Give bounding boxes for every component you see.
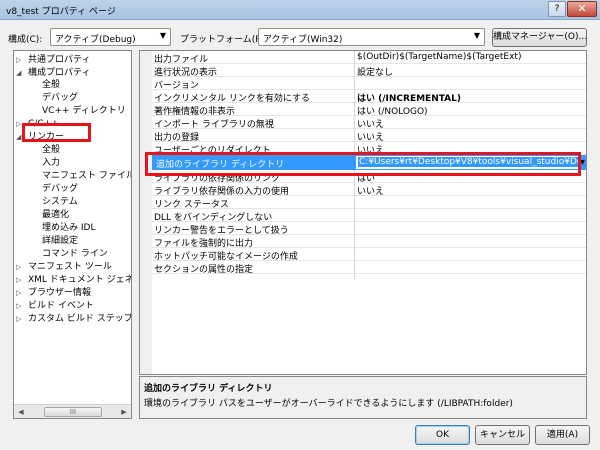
tree-item[interactable]: VC++ ディレクトリ	[42, 105, 126, 118]
chevron-down-icon: ▼	[159, 31, 166, 40]
tree-expander-icon[interactable]: ▷	[16, 289, 21, 297]
tree-item[interactable]: マニフェスト ファイル	[42, 170, 131, 183]
property-row[interactable]: インクリメンタル リンクを有効にする はい (/INCREMENTAL)	[152, 90, 586, 104]
property-row[interactable]: ホットパッチ可能なイメージの作成	[152, 248, 586, 262]
config-select-value: アクティブ(Debug)	[55, 35, 136, 45]
tree-item[interactable]: 入力	[42, 157, 60, 170]
platform-select[interactable]: アクティブ(Win32) ▼	[258, 28, 485, 46]
property-row[interactable]: 出力の登録 いいえ	[152, 129, 586, 143]
tree-item[interactable]: デバッグ	[42, 92, 78, 105]
property-row[interactable]: 出力ファイル $(OutDir)$(TargetName)$(TargetExt)	[152, 51, 586, 65]
scroll-right-icon[interactable]: ▶	[118, 406, 130, 418]
tree-item[interactable]: ブラウザー情報	[28, 287, 91, 300]
property-row[interactable]: リンカー警告をエラーとして扱う	[152, 222, 586, 236]
property-row[interactable]: ライブラリ依存関係の入力の使用 いいえ	[152, 183, 586, 197]
tree-expander-icon[interactable]: ▷	[16, 302, 21, 310]
title-bar: v8_test プロパティ ページ ? ✕	[0, 0, 600, 20]
tree-item[interactable]: XML ドキュメント ジェネ	[28, 274, 131, 287]
apply-button[interactable]: 適用(A)	[535, 425, 590, 445]
platform-label: プラットフォーム(P):	[180, 35, 268, 45]
tree-item[interactable]: システム	[42, 196, 78, 209]
tree-item[interactable]: 埋め込み IDL	[42, 222, 95, 235]
window-title: v8_test プロパティ ページ	[6, 7, 116, 17]
configuration-manager-button[interactable]: 構成マネージャー(O)...	[492, 28, 587, 47]
tree-item[interactable]: 共通プロパティ	[28, 54, 90, 67]
tree-item[interactable]: ビルド イベント	[28, 300, 94, 313]
description-title: 追加のライブラリ ディレクトリ	[144, 384, 273, 394]
tree-item[interactable]: 全般	[42, 144, 60, 157]
property-row[interactable]: 著作権情報の非表示 はい (/NOLOGO)	[152, 103, 586, 117]
property-row[interactable]: DLL をバインディングしない	[152, 209, 586, 223]
library-directories-highlight-box	[145, 152, 581, 176]
property-row[interactable]: セクションの属性の指定	[152, 261, 586, 275]
tree-horizontal-scrollbar[interactable]: ◀ III ▶	[14, 404, 131, 418]
property-row[interactable]: バージョン	[152, 77, 586, 91]
tree-item[interactable]: カスタム ビルド ステップ	[28, 313, 131, 326]
linker-highlight-box	[22, 123, 91, 142]
tree-expander-icon[interactable]: ◢	[16, 69, 21, 77]
property-row[interactable]: インポート ライブラリの無視 いいえ	[152, 116, 586, 130]
tree-expander-icon[interactable]: ▷	[16, 276, 21, 284]
tree-expander-icon[interactable]: ▷	[16, 263, 21, 271]
tree-expander-icon[interactable]: ▷	[16, 56, 21, 64]
scroll-left-icon[interactable]: ◀	[15, 406, 27, 418]
tree-item[interactable]: 最適化	[42, 209, 69, 222]
property-value[interactable]: $(OutDir)$(TargetName)$(TargetExt)	[357, 52, 521, 62]
description-panel: 追加のライブラリ ディレクトリ 環境のライブラリ パスをユーザーがオーバーライド…	[139, 376, 587, 419]
close-button[interactable]: ✕	[567, 1, 597, 17]
tree-item[interactable]: マニフェスト ツール	[28, 261, 112, 274]
config-select[interactable]: アクティブ(Debug) ▼	[50, 28, 171, 46]
ok-button[interactable]: OK	[415, 425, 470, 445]
tree-expander-icon[interactable]: ▷	[16, 120, 21, 128]
chevron-down-icon: ▼	[473, 31, 480, 40]
platform-select-value: アクティブ(Win32)	[263, 35, 343, 45]
property-name: セクションの属性の指定	[154, 265, 254, 275]
property-row[interactable]: リンク ステータス	[152, 196, 586, 210]
tree-item[interactable]: コマンド ライン	[42, 248, 108, 261]
description-text: 環境のライブラリ パスをユーザーがオーバーライドできるようにします (/LIBP…	[144, 399, 513, 409]
scroll-thumb[interactable]: III	[44, 407, 102, 417]
tree-item[interactable]: 詳細設定	[42, 235, 78, 248]
property-row[interactable]: ファイルを強制的に出力	[152, 235, 586, 249]
tree-item[interactable]: 全般	[42, 79, 60, 92]
tree-item[interactable]: デバッグ	[42, 183, 78, 196]
cancel-button[interactable]: キャンセル	[475, 425, 530, 445]
config-label: 構成(C):	[8, 35, 43, 45]
property-tree[interactable]: ▷ 共通プロパティ ◢ 構成プロパティ 全般 デバッグ VC++ ディレクトリ ▷ C/C++ ◢…	[13, 50, 132, 419]
help-button[interactable]: ?	[548, 1, 566, 17]
grid-gutter	[140, 51, 152, 374]
tree-expander-icon[interactable]: ▷	[16, 315, 21, 323]
tree-expander-icon[interactable]: ◢	[16, 133, 21, 141]
property-row[interactable]: 進行状況の表示 設定なし	[152, 64, 586, 78]
